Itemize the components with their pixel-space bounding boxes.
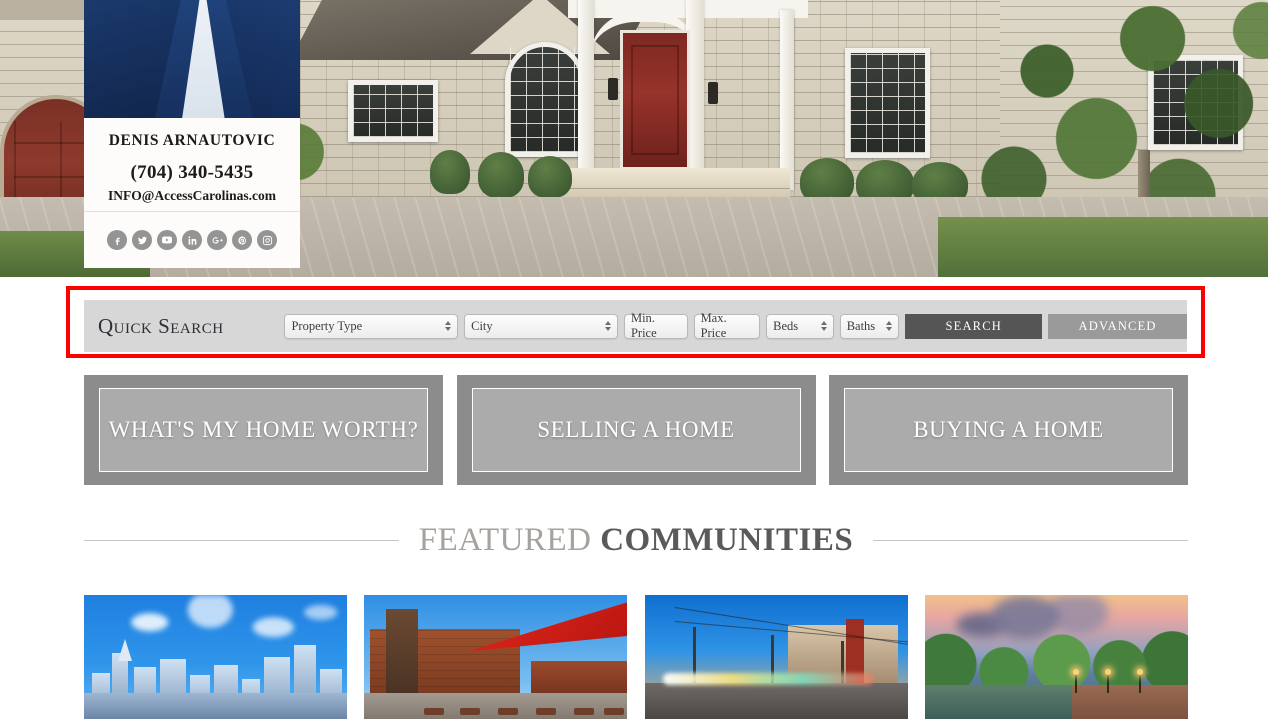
google-plus-icon[interactable] xyxy=(207,230,227,250)
brick-building xyxy=(531,661,628,695)
youtube-icon[interactable] xyxy=(157,230,177,250)
light-rail-thumbnail[interactable] xyxy=(644,595,908,719)
min-price-input[interactable]: Min. Price xyxy=(623,311,688,340)
featured-communities-heading: FEATURED COMMUNITIES xyxy=(84,514,1188,566)
homepage: DENIS ARNAUTOVIC (704) 340-5435 INFO@Acc… xyxy=(0,0,1268,719)
light-trail xyxy=(662,673,873,685)
cta-selling-home[interactable]: SELLING A HOME xyxy=(456,375,816,485)
porch-column xyxy=(780,10,794,190)
min-price-placeholder: Min. Price xyxy=(630,311,657,340)
brick-district-thumbnail[interactable] xyxy=(364,595,628,719)
baths-select[interactable]: Baths xyxy=(839,313,900,339)
patio-ground xyxy=(364,693,628,719)
house-window xyxy=(505,42,585,157)
cta-selling-home-label: SELLING A HOME xyxy=(471,388,801,472)
heading-rule-left xyxy=(84,539,399,541)
city-skyline-thumbnail[interactable] xyxy=(84,595,347,719)
communities-word: COMMUNITIES xyxy=(600,521,854,558)
walking-path xyxy=(1072,685,1188,719)
shrub xyxy=(430,150,470,194)
cta-buying-home-label: BUYING A HOME xyxy=(844,388,1173,472)
city-select[interactable]: City xyxy=(464,313,618,339)
cta-home-worth[interactable]: WHAT'S MY HOME WORTH? xyxy=(84,375,443,485)
shrub xyxy=(478,152,524,198)
property-type-select[interactable]: Property Type xyxy=(284,313,459,339)
beds-select[interactable]: Beds xyxy=(766,313,834,339)
cta-home-worth-label: WHAT'S MY HOME WORTH? xyxy=(99,388,428,472)
stepper-arrows-icon xyxy=(445,321,452,331)
house-window xyxy=(845,48,930,158)
stepper-arrows-icon xyxy=(820,321,827,331)
agent-name: DENIS ARNAUTOVIC xyxy=(108,132,276,149)
max-price-placeholder: Max. Price xyxy=(700,311,727,340)
agent-email[interactable]: INFO@AccessCarolinas.com xyxy=(84,188,300,204)
twitter-icon[interactable] xyxy=(132,230,152,250)
instagram-icon[interactable] xyxy=(257,230,277,250)
linkedin-icon[interactable] xyxy=(182,230,202,250)
stepper-arrows-icon xyxy=(604,321,611,331)
front-door xyxy=(620,30,690,170)
cta-panels: WHAT'S MY HOME WORTH? SELLING A HOME BUY… xyxy=(84,375,1188,485)
lawn xyxy=(938,217,1268,277)
porch-column xyxy=(578,0,594,190)
social-links xyxy=(84,211,300,268)
baths-value: Baths xyxy=(846,318,876,333)
agent-card: DENIS ARNAUTOVIC (704) 340-5435 INFO@Acc… xyxy=(84,0,300,268)
beds-value: Beds xyxy=(773,318,799,333)
porch-lamp xyxy=(608,78,618,100)
search-button[interactable]: SEARCH xyxy=(905,313,1043,339)
city-value: City xyxy=(471,318,493,333)
facebook-icon[interactable] xyxy=(107,230,127,250)
featured-word: FEATURED xyxy=(418,521,592,558)
cta-buying-home[interactable]: BUYING A HOME xyxy=(829,375,1188,485)
house-window xyxy=(348,80,438,142)
rail-corridor xyxy=(644,683,908,719)
agent-phone[interactable]: (704) 340-5435 xyxy=(84,162,300,184)
agent-contact-info: DENIS ARNAUTOVIC (704) 340-5435 INFO@Acc… xyxy=(84,118,300,211)
porch-lamp xyxy=(708,82,718,104)
community-thumbnails xyxy=(84,595,1188,719)
quick-search-bar: Quick Search Property Type City Min. Pri… xyxy=(84,300,1188,352)
lake xyxy=(924,685,1089,719)
pinterest-icon[interactable] xyxy=(232,230,252,250)
property-type-value: Property Type xyxy=(291,318,363,333)
advanced-search-button[interactable]: ADVANCED xyxy=(1048,313,1188,339)
stepper-arrows-icon xyxy=(886,321,893,331)
shrub xyxy=(528,156,572,198)
park-lake-thumbnail[interactable] xyxy=(924,595,1188,719)
agent-portrait xyxy=(84,0,300,118)
tower-structure xyxy=(386,609,419,695)
page-title: FEATURED COMMUNITIES xyxy=(419,522,853,559)
max-price-input[interactable]: Max. Price xyxy=(693,311,761,340)
park-trees xyxy=(924,627,1188,689)
quick-search-title: Quick Search xyxy=(98,313,224,338)
heading-rule-right xyxy=(873,539,1188,541)
